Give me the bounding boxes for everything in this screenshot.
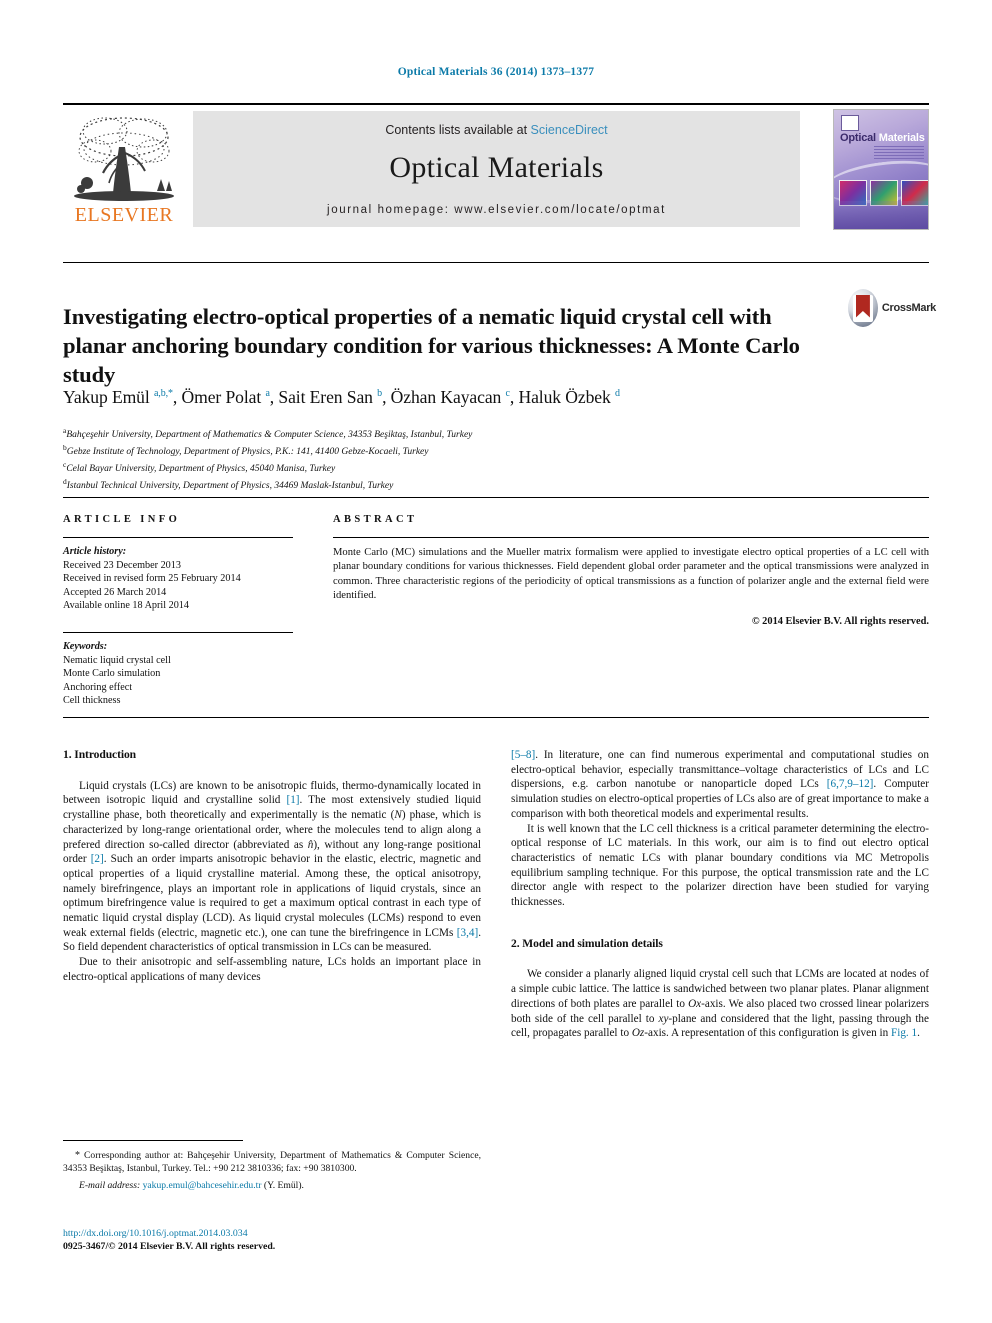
crossmark-icon — [848, 289, 878, 327]
sciencedirect-link[interactable]: ScienceDirect — [531, 123, 608, 137]
symbol-xy: xy — [658, 1012, 669, 1025]
elsevier-logo: ELSEVIER — [65, 111, 183, 229]
affiliation-item: cCelal Bayar University, Department of P… — [63, 459, 863, 476]
running-head: Optical Materials 36 (2014) 1373–1377 — [397, 66, 595, 78]
history-item: Received in revised form 25 February 201… — [63, 573, 241, 585]
article-info-rule — [63, 537, 293, 538]
article-info-column: ARTICLE INFO Article history: Received 2… — [63, 514, 293, 708]
history-item: Accepted 26 March 2014 — [63, 586, 167, 598]
history-item: Available online 18 April 2014 — [63, 600, 189, 612]
contents-line: Contents lists available at ScienceDirec… — [193, 123, 800, 137]
keywords-title: Keywords: — [63, 640, 108, 652]
journal-homepage-link[interactable]: journal homepage: www.elsevier.com/locat… — [193, 204, 800, 216]
author-list: Yakup Emül a,b,*, Ömer Polat a, Sait Ere… — [63, 387, 620, 407]
article-info-heading: ARTICLE INFO — [63, 514, 181, 525]
paper-page: Optical Materials 36 (2014) 1373–1377 EL… — [0, 0, 992, 1323]
elsevier-tree-icon — [74, 117, 174, 201]
figure-ref-link[interactable]: Fig. 1 — [891, 1027, 917, 1039]
cover-footer-gradient — [834, 201, 928, 229]
cover-title-optical: Optical — [840, 132, 876, 144]
paragraph-model-1: We consider a planarly aligned liquid cr… — [511, 968, 929, 1040]
corresponding-author-text: Corresponding author at: Bahçeşehir Univ… — [63, 1150, 481, 1174]
body-column-right: [5–8]. In literature, one can find numer… — [511, 748, 929, 1041]
affiliation-item: aBahçeşehir University, Department of Ma… — [63, 425, 863, 442]
elsevier-wordmark: ELSEVIER — [74, 204, 174, 226]
cover-title-materials: Materials — [878, 132, 925, 144]
abstract-text: Monte Carlo (MC) simulations and the Mue… — [333, 547, 929, 601]
affiliation-text: Gebze Institute of Technology, Departmen… — [66, 447, 429, 458]
citation-ref[interactable]: [3,4] — [457, 927, 478, 939]
keywords-block: Keywords: Nematic liquid crystal cell Mo… — [63, 640, 293, 708]
copyright-line: © 2014 Elsevier B.V. All rights reserved… — [751, 616, 929, 628]
issn-copyright-line: 0925-3467/© 2014 Elsevier B.V. All right… — [63, 1241, 276, 1252]
article-history: Article history: Received 23 December 20… — [63, 545, 293, 613]
corresponding-author-note: * Corresponding author at: Bahçeşehir Un… — [63, 1150, 481, 1175]
doi-block: http://dx.doi.org/10.1016/j.optmat.2014.… — [63, 1227, 493, 1253]
keyword-item: Nematic liquid crystal cell — [63, 654, 171, 666]
abstract-rule — [333, 537, 929, 538]
journal-cover-thumbnail: Optical Materials — [833, 109, 929, 230]
email-owner: (Y. Emül). — [263, 1180, 304, 1192]
history-item: Received 23 December 2013 — [63, 559, 181, 571]
email-link[interactable]: yakup.emul@bahcesehir.edu.tr — [143, 1180, 262, 1191]
section-heading-model: 2. Model and simulation details — [511, 936, 663, 950]
contents-prefix: Contents lists available at — [385, 123, 531, 137]
doi-link[interactable]: http://dx.doi.org/10.1016/j.optmat.2014.… — [63, 1227, 493, 1240]
section-heading-introduction: 1. Introduction — [63, 748, 137, 761]
abstract-heading: ABSTRACT — [333, 514, 418, 525]
paragraph-intro-1: Liquid crystals (LCs) are known to be an… — [63, 779, 481, 954]
crossmark-label: CrossMark — [881, 302, 936, 314]
affiliation-text: Celal Bayar University, Department of Ph… — [66, 464, 336, 475]
journal-masthead: ELSEVIER Contents lists available at Sci… — [63, 103, 929, 231]
citation-ref[interactable]: [5–8] — [511, 749, 535, 761]
symbol-Oz: Oz — [631, 1027, 645, 1040]
asterisk-marker: * — [75, 1150, 80, 1161]
keyword-item: Cell thickness — [63, 695, 121, 707]
affiliation-item: bGebze Institute of Technology, Departme… — [63, 442, 863, 459]
keyword-item: Anchoring effect — [63, 681, 133, 693]
body-column-left: 1. Introduction Liquid crystals (LCs) ar… — [63, 748, 481, 985]
citation-ref[interactable]: [1] — [286, 794, 299, 806]
footnote-block: * Corresponding author at: Bahçeşehir Un… — [63, 1150, 481, 1193]
page-title: Investigating electro-optical properties… — [63, 304, 800, 388]
info-band-top-rule — [63, 497, 929, 498]
citation-ref[interactable]: [2] — [91, 853, 104, 865]
affiliation-text: Bahçeşehir University, Department of Mat… — [66, 430, 473, 441]
affiliation-item: dIstanbul Technical University, Departme… — [63, 476, 863, 493]
footnote-rule — [63, 1140, 243, 1141]
citation-ref[interactable]: [6,7,9–12] — [827, 778, 874, 790]
journal-title: Optical Materials — [389, 151, 604, 184]
keyword-item: Monte Carlo simulation — [63, 668, 161, 680]
journal-banner: Contents lists available at ScienceDirec… — [193, 111, 800, 227]
paragraph-intro-4: It is well known that the LC cell thickn… — [511, 822, 929, 909]
email-note: E-mail address: yakup.emul@bahcesehir.ed… — [63, 1180, 481, 1193]
paragraph-intro-3: [5–8]. In literature, one can find numer… — [511, 749, 929, 820]
cover-subtitle-lines — [874, 146, 924, 160]
crossmark-badge[interactable]: CrossMark — [848, 288, 936, 328]
cover-title: Optical Materials — [840, 132, 925, 144]
symbol-Ox: Ox — [688, 997, 702, 1010]
keywords-rule — [63, 631, 293, 633]
abstract-column: ABSTRACT Monte Carlo (MC) simulations an… — [333, 514, 929, 627]
affiliation-list: aBahçeşehir University, Department of Ma… — [63, 425, 863, 493]
paragraph-intro-2: Due to their anisotropic and self-assemb… — [63, 956, 481, 983]
affiliation-text: Istanbul Technical University, Departmen… — [66, 481, 394, 492]
info-band-bottom-rule — [63, 717, 929, 718]
title-divider — [63, 262, 929, 263]
article-history-title: Article history: — [63, 546, 127, 557]
email-label: E-mail address: — [79, 1180, 141, 1192]
symbol-N: N — [394, 809, 402, 822]
cover-publisher-icon — [841, 115, 859, 131]
